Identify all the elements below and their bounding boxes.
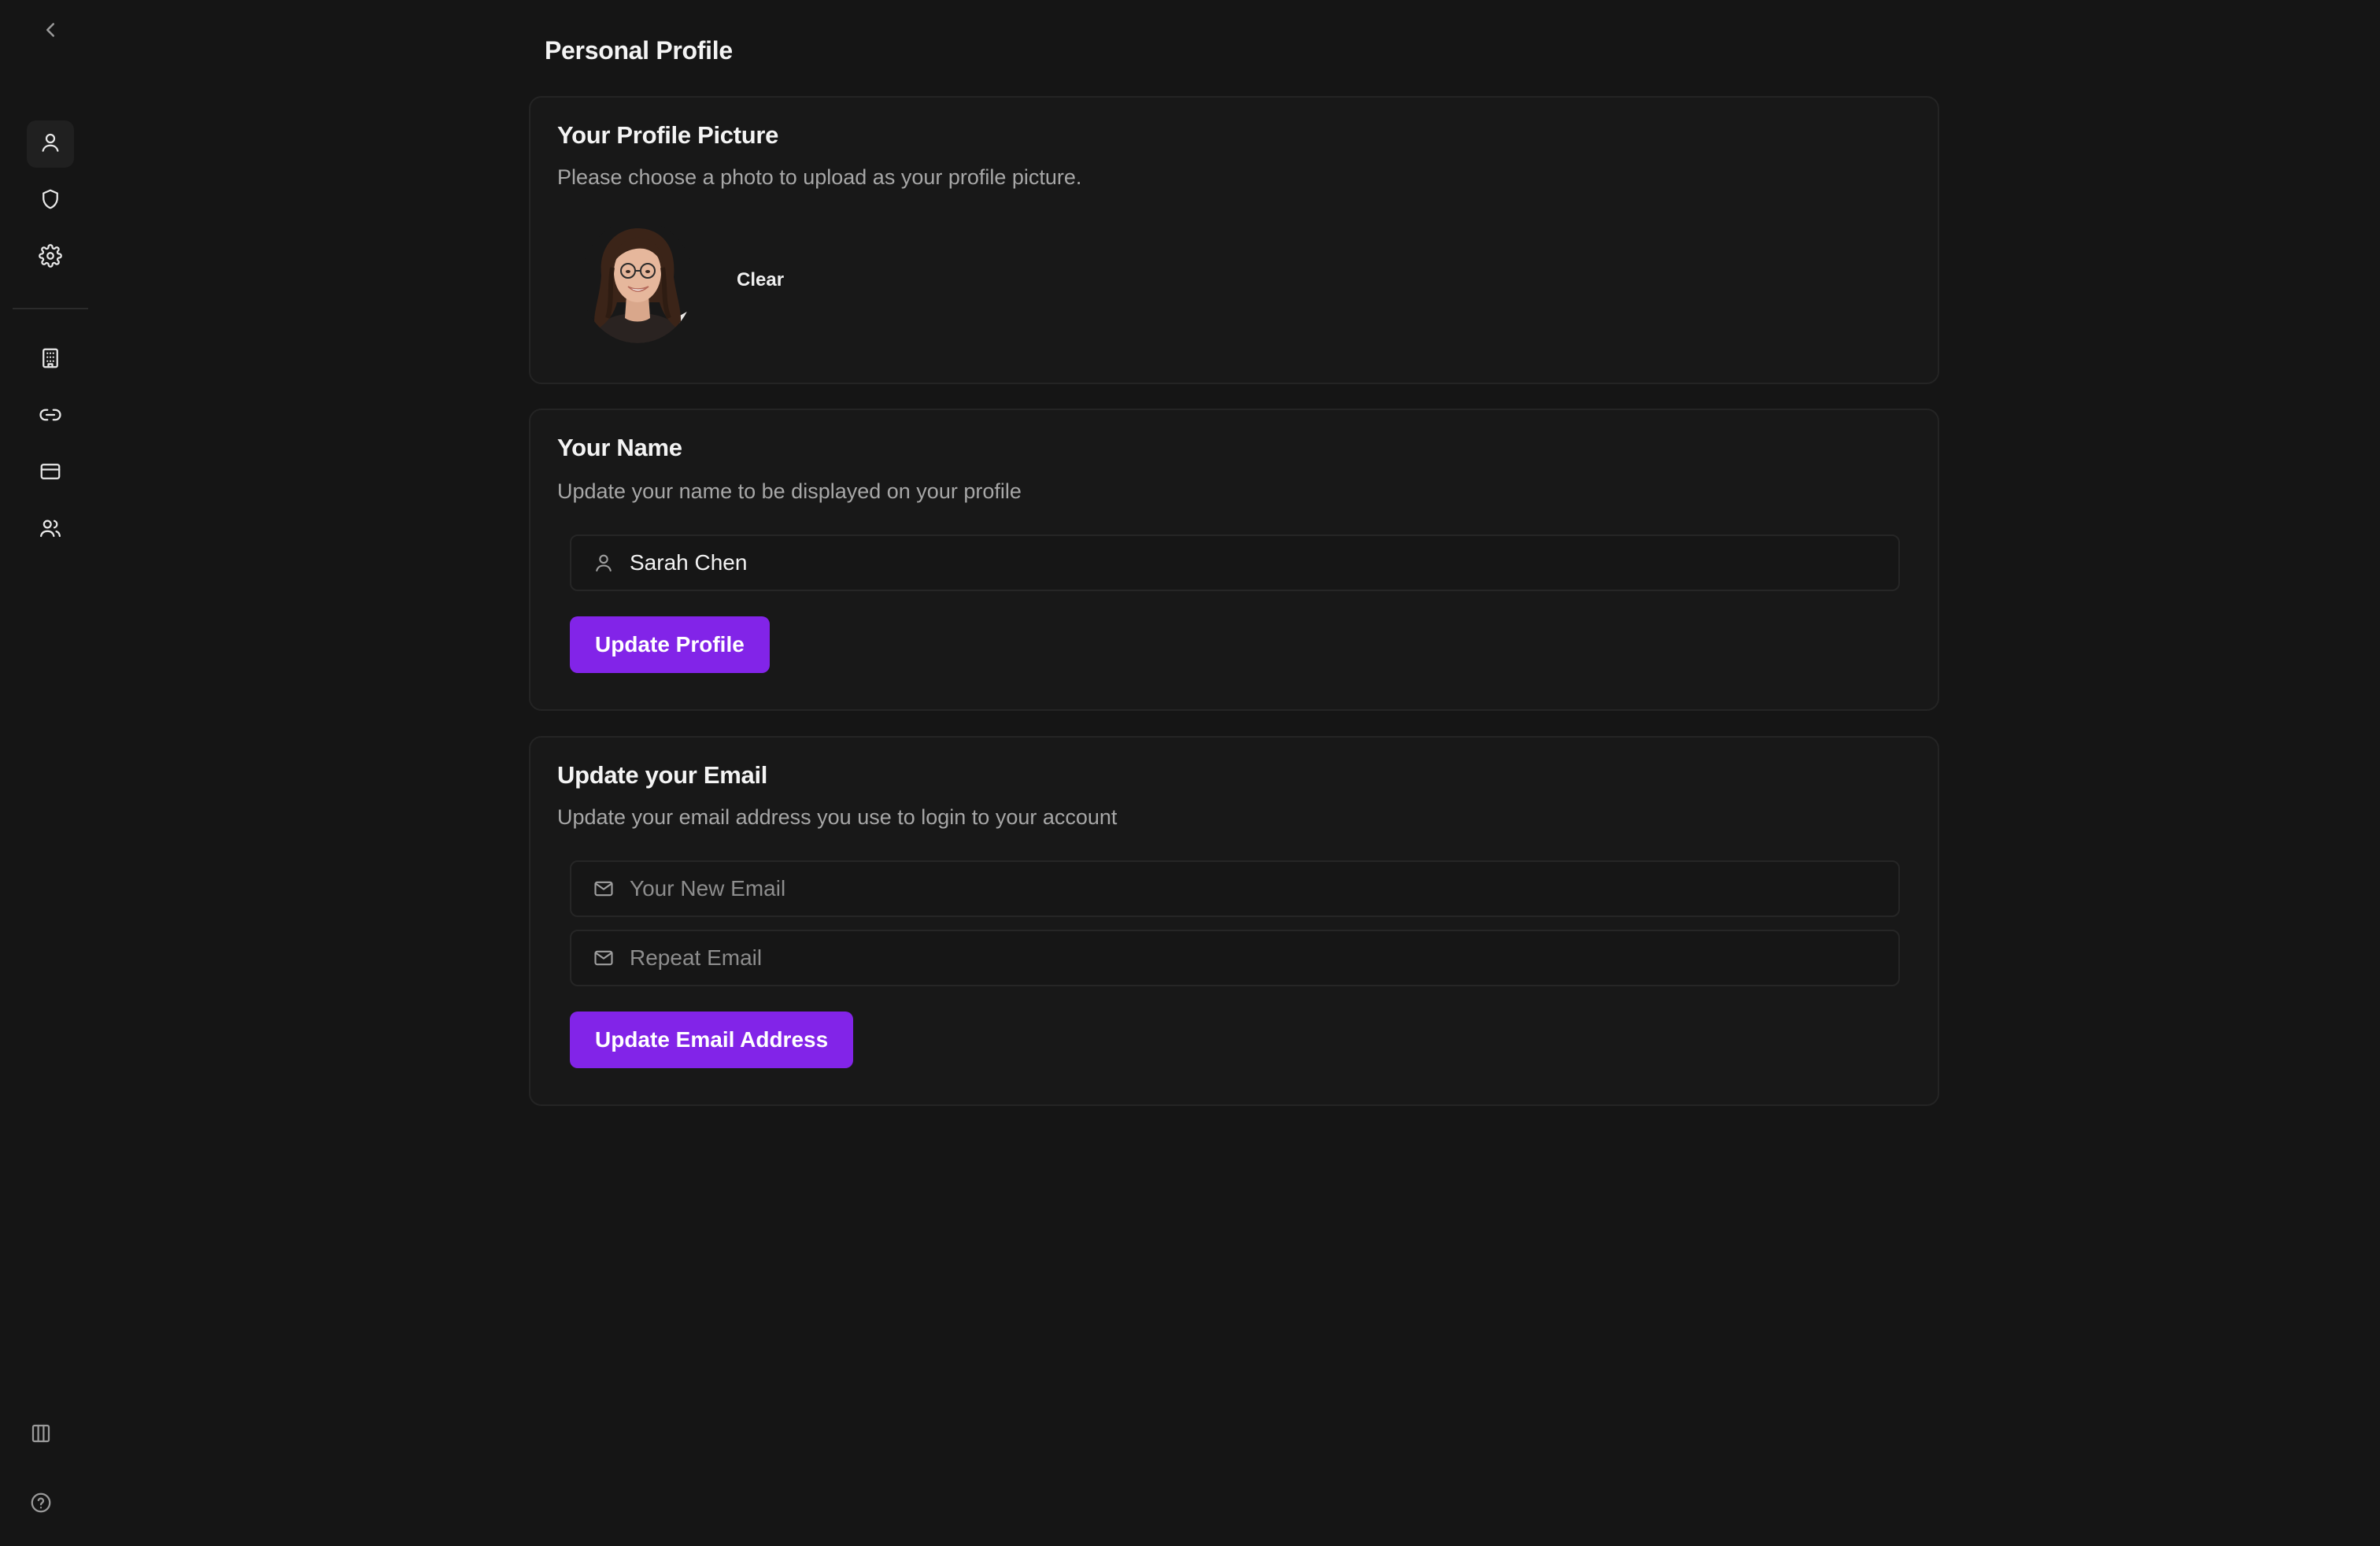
profile-picture-card: Your Profile Picture Please choose a pho… <box>529 96 1939 384</box>
credit-card-icon <box>39 460 62 487</box>
columns-icon <box>29 1422 53 1449</box>
toggle-layout-button[interactable] <box>17 1411 65 1459</box>
sidebar-item-settings[interactable] <box>27 234 74 281</box>
sidebar-divider <box>13 308 88 309</box>
sidebar-item-profile[interactable] <box>27 120 74 168</box>
user-icon <box>39 131 62 158</box>
new-email-input[interactable] <box>630 876 1898 901</box>
collapse-sidebar-button[interactable] <box>27 8 74 55</box>
profile-picture-title: Your Profile Picture <box>557 121 779 149</box>
user-icon <box>590 549 617 576</box>
update-profile-button[interactable]: Update Profile <box>570 616 770 673</box>
building-icon <box>39 346 62 374</box>
email-card: Update your Email Update your email addr… <box>529 736 1939 1106</box>
sidebar-item-security[interactable] <box>27 177 74 224</box>
name-card-description: Update your name to be displayed on your… <box>557 479 1022 503</box>
sidebar <box>0 0 101 1546</box>
profile-picture-description: Please choose a photo to upload as your … <box>557 165 1082 189</box>
help-button[interactable] <box>17 1481 65 1528</box>
repeat-email-field[interactable] <box>570 930 1900 986</box>
name-input[interactable] <box>630 550 1898 575</box>
sidebar-item-billing[interactable] <box>27 449 74 497</box>
sidebar-item-organization[interactable] <box>27 336 74 383</box>
email-card-title: Update your Email <box>557 761 768 789</box>
email-card-description: Update your email address you use to log… <box>557 805 1118 829</box>
repeat-email-input[interactable] <box>630 945 1898 971</box>
name-card-title: Your Name <box>557 434 682 461</box>
update-email-button[interactable]: Update Email Address <box>570 1012 854 1068</box>
mail-icon <box>590 945 617 971</box>
name-card: Your Name Update your name to be display… <box>529 409 1939 711</box>
clear-avatar-button[interactable]: Clear <box>737 269 784 291</box>
page-title: Personal Profile <box>545 36 733 65</box>
users-icon <box>39 516 62 544</box>
link-icon <box>39 403 62 431</box>
mail-icon <box>590 875 617 902</box>
chevron-left-icon <box>39 18 62 46</box>
name-field[interactable] <box>570 534 1900 591</box>
help-circle-icon <box>29 1491 53 1518</box>
shield-icon <box>39 187 62 215</box>
avatar[interactable] <box>581 220 694 343</box>
sidebar-item-members[interactable] <box>27 506 74 553</box>
new-email-field[interactable] <box>570 860 1900 917</box>
sidebar-item-links[interactable] <box>27 393 74 440</box>
gear-icon <box>39 243 62 272</box>
